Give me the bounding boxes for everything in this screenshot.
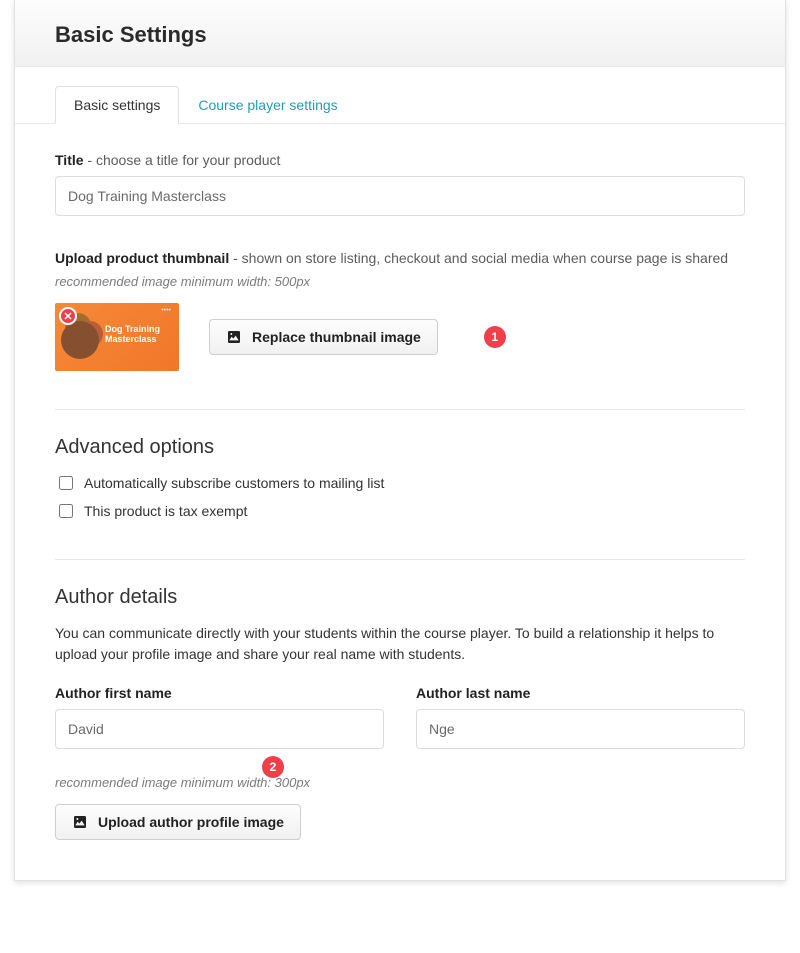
- title-label: Title - choose a title for your product: [55, 152, 745, 168]
- author-last-input[interactable]: [416, 709, 745, 749]
- thumbnail-art-icon: [61, 321, 99, 359]
- upload-author-image-label: Upload author profile image: [98, 814, 284, 830]
- replace-thumbnail-button[interactable]: Replace thumbnail image: [209, 319, 438, 355]
- tabs-row: Basic settings Course player settings: [15, 85, 785, 124]
- divider: [55, 559, 745, 560]
- title-input[interactable]: [55, 176, 745, 216]
- subscribe-option[interactable]: Automatically subscribe customers to mai…: [55, 473, 745, 493]
- tab-course-player-settings[interactable]: Course player settings: [179, 86, 356, 124]
- subscribe-label: Automatically subscribe customers to mai…: [84, 475, 384, 491]
- tax-exempt-checkbox[interactable]: [59, 504, 73, 518]
- annotation-1: 1: [484, 326, 506, 348]
- thumbnail-reco: recommended image minimum width: 500px: [55, 274, 745, 289]
- advanced-heading: Advanced options: [55, 436, 745, 459]
- page-title: Basic Settings: [55, 22, 745, 48]
- author-desc: You can communicate directly with your s…: [55, 623, 745, 665]
- tax-exempt-label: This product is tax exempt: [84, 503, 247, 519]
- tab-basic-settings[interactable]: Basic settings: [55, 86, 179, 124]
- author-first-label: Author first name: [55, 685, 384, 701]
- author-first-input[interactable]: [55, 709, 384, 749]
- author-image-reco: recommended image minimum width: 300px: [55, 775, 745, 790]
- remove-thumbnail-button[interactable]: ✕: [59, 307, 77, 325]
- thumbnail-preview-title: Dog Training Masterclass: [105, 325, 173, 345]
- thumbnail-label-strong: Upload product thumbnail: [55, 250, 229, 266]
- title-label-hint: - choose a title for your product: [84, 152, 281, 168]
- content: Title - choose a title for your product …: [15, 124, 785, 880]
- close-icon: ✕: [63, 310, 72, 323]
- tax-exempt-option[interactable]: This product is tax exempt: [55, 501, 745, 521]
- image-icon: [226, 329, 242, 345]
- image-icon: [72, 814, 88, 830]
- thumbnail-preview: •••• Dog Training Masterclass ✕: [55, 303, 179, 371]
- divider: [55, 409, 745, 410]
- thumbnail-label: Upload product thumbnail - shown on stor…: [55, 250, 745, 266]
- author-heading: Author details: [55, 586, 745, 609]
- replace-thumbnail-label: Replace thumbnail image: [252, 329, 421, 345]
- title-label-strong: Title: [55, 152, 84, 168]
- thumbnail-brand: ••••: [161, 307, 171, 314]
- page-header: Basic Settings: [15, 0, 785, 67]
- author-last-label: Author last name: [416, 685, 745, 701]
- upload-author-image-button[interactable]: Upload author profile image: [55, 804, 301, 840]
- thumbnail-label-hint: - shown on store listing, checkout and s…: [229, 250, 728, 266]
- annotation-2: 2: [262, 756, 284, 778]
- subscribe-checkbox[interactable]: [59, 476, 73, 490]
